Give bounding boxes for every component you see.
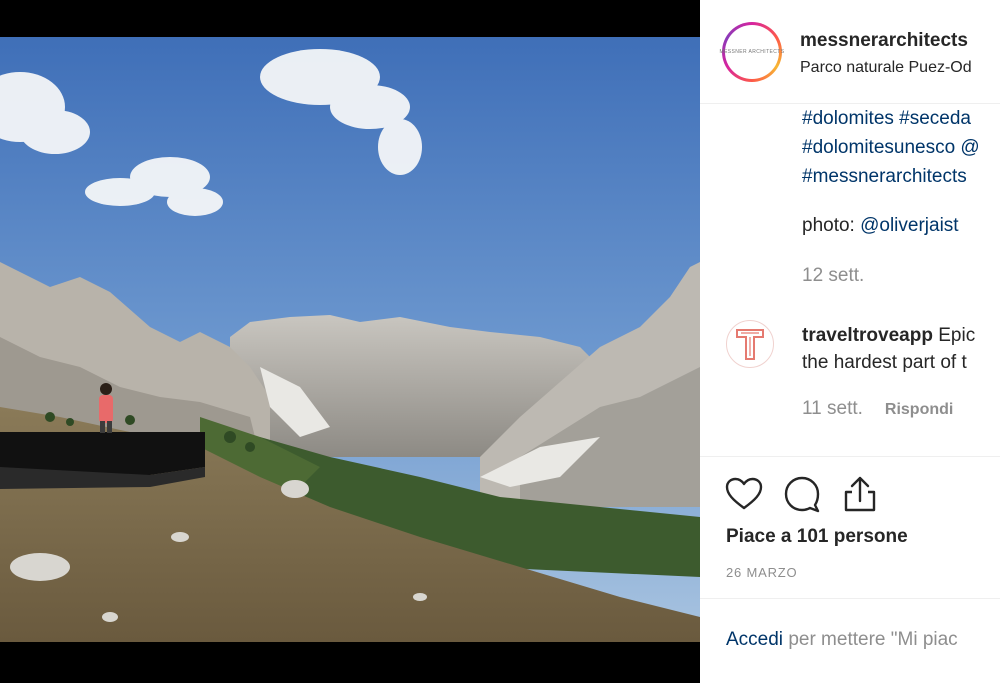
- comment-timestamp[interactable]: 11 sett.: [802, 398, 863, 419]
- letter-t-logo-icon: [736, 329, 764, 360]
- reply-button[interactable]: Rispondi: [885, 401, 953, 418]
- profile-avatar[interactable]: MESSNER ARCHITECTS: [720, 22, 784, 82]
- caption-photo-credit: photo: @oliverjaist: [802, 215, 959, 237]
- comment-button[interactable]: [782, 474, 822, 514]
- login-prompt-text: per mettere "Mi piac: [788, 629, 958, 650]
- login-prompt: Accedi per mettere "Mi piac: [726, 629, 958, 651]
- comment-body: traveltroveapp Epic the hardest part of …: [802, 322, 1000, 376]
- likes-count[interactable]: Piace a 101 persone: [726, 526, 908, 548]
- hashtag-line-3[interactable]: #messnerarchitects: [802, 162, 1000, 191]
- post-header: MESSNER ARCHITECTS messnerarchitects Par…: [700, 0, 1000, 104]
- comment-bubble-icon: [784, 476, 820, 513]
- post-photo[interactable]: [0, 37, 700, 642]
- like-button[interactable]: [724, 474, 764, 514]
- action-bar: [724, 474, 880, 514]
- hashtag-line-2[interactable]: #dolomitesunesco @: [802, 133, 1000, 162]
- post-username[interactable]: messnerarchitects: [800, 30, 968, 52]
- avatar-inner: MESSNER ARCHITECTS: [720, 25, 784, 79]
- divider: [700, 598, 1000, 599]
- caption-hashtags: #dolomites #seceda #dolomitesunesco @ #m…: [802, 104, 1000, 191]
- comment-text-line-2: the hardest part of t: [802, 352, 967, 373]
- comment-avatar[interactable]: [726, 320, 774, 368]
- post-details-panel: MESSNER ARCHITECTS messnerarchitects Par…: [700, 0, 1000, 683]
- share-icon: [844, 476, 876, 512]
- post-location[interactable]: Parco naturale Puez-Od: [800, 59, 972, 77]
- photo-credit-mention[interactable]: @oliverjaist: [860, 215, 958, 236]
- photo-pane: [0, 0, 700, 683]
- dolomites-landscape-image: [0, 37, 700, 642]
- divider: [700, 456, 1000, 457]
- share-button[interactable]: [840, 474, 880, 514]
- login-link[interactable]: Accedi: [726, 629, 783, 650]
- comment-meta: 11 sett. Rispondi: [802, 398, 953, 420]
- photo-credit-label: photo:: [802, 215, 855, 236]
- caption-timestamp[interactable]: 12 sett.: [802, 265, 864, 287]
- hashtag-line-1[interactable]: #dolomites #seceda: [802, 104, 1000, 133]
- post-date[interactable]: 26 MARZO: [726, 565, 797, 580]
- heart-icon: [725, 477, 763, 510]
- avatar-logo-text: MESSNER ARCHITECTS: [719, 49, 785, 55]
- comment-username[interactable]: traveltroveapp: [802, 325, 933, 346]
- comment-text-line-1: Epic: [938, 325, 976, 346]
